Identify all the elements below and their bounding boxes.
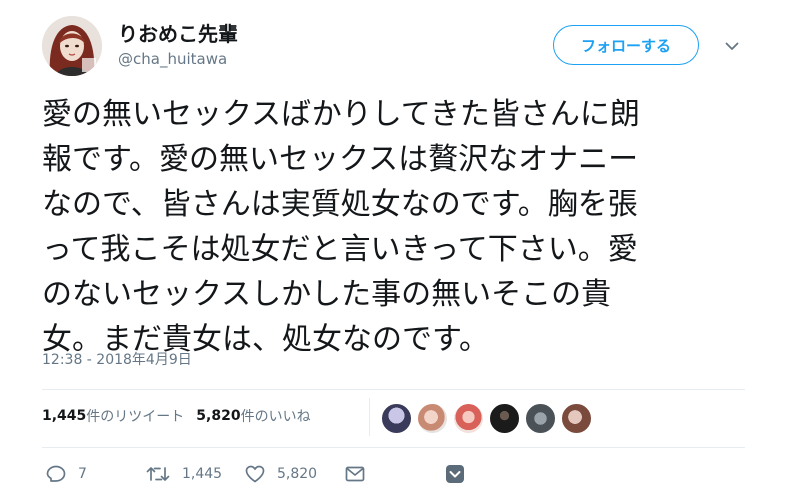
like-count: 5,820 (277, 466, 318, 482)
direct-message-button[interactable] (345, 462, 365, 486)
retweet-count: 1,445 (182, 466, 223, 482)
retweet-button[interactable]: 1,445 (146, 462, 222, 486)
liker-avatar[interactable] (381, 403, 412, 434)
liker-avatars (381, 403, 597, 434)
like-stat-label[interactable]: 件のいいね (241, 406, 311, 426)
divider (42, 389, 745, 390)
display-name[interactable]: りおめこ先輩 (118, 18, 238, 47)
tweet-stats: 1,445 件のリツイート 5,820 件のいいね (42, 404, 311, 428)
tweet-line: 報です。愛の無いセックスは贅沢なオナニー (42, 142, 639, 177)
tweet-timestamp[interactable]: 12:38 - 2018年4月9日 (42, 349, 192, 369)
retweet-stat-count[interactable]: 1,445 (42, 408, 86, 424)
liker-avatar[interactable] (525, 403, 556, 434)
heart-icon (245, 465, 265, 483)
reply-icon (46, 465, 66, 483)
tweet-line: 愛の無いセックスばかりしてきた皆さんに朗 (42, 97, 640, 132)
liker-avatar[interactable] (417, 403, 448, 434)
reply-button[interactable]: 7 (46, 462, 87, 486)
chevron-down-icon[interactable] (722, 37, 742, 55)
retweet-stat-label[interactable]: 件のリツイート (86, 406, 184, 426)
stats-separator (369, 398, 370, 436)
tweet-line: って我こそは処女だと言いきって下さい。愛 (42, 232, 638, 267)
liker-avatar[interactable] (453, 403, 484, 434)
tweet-line: のないセックスしかした事の無いそこの貴 (42, 277, 612, 312)
share-icon (445, 464, 465, 484)
reply-count: 7 (78, 466, 87, 482)
avatar-image (42, 16, 102, 76)
tweet-line: なので、皆さんは実質処女なのです。胸を張 (42, 187, 638, 222)
like-button[interactable]: 5,820 (245, 462, 317, 486)
like-stat-count[interactable]: 5,820 (196, 408, 240, 424)
divider (42, 447, 745, 448)
share-button[interactable] (445, 462, 465, 486)
avatar[interactable] (42, 16, 102, 76)
mail-icon (345, 466, 365, 482)
liker-avatar[interactable] (489, 403, 520, 434)
retweet-icon (146, 465, 170, 483)
follow-button[interactable]: フォローする (553, 25, 699, 65)
liker-avatar[interactable] (561, 403, 592, 434)
user-handle[interactable]: @cha_huitawa (118, 50, 227, 68)
tweet-text: 愛の無いセックスばかりしてきた皆さんに朗 報です。愛の無いセックスは贅沢なオナニ… (42, 92, 742, 362)
